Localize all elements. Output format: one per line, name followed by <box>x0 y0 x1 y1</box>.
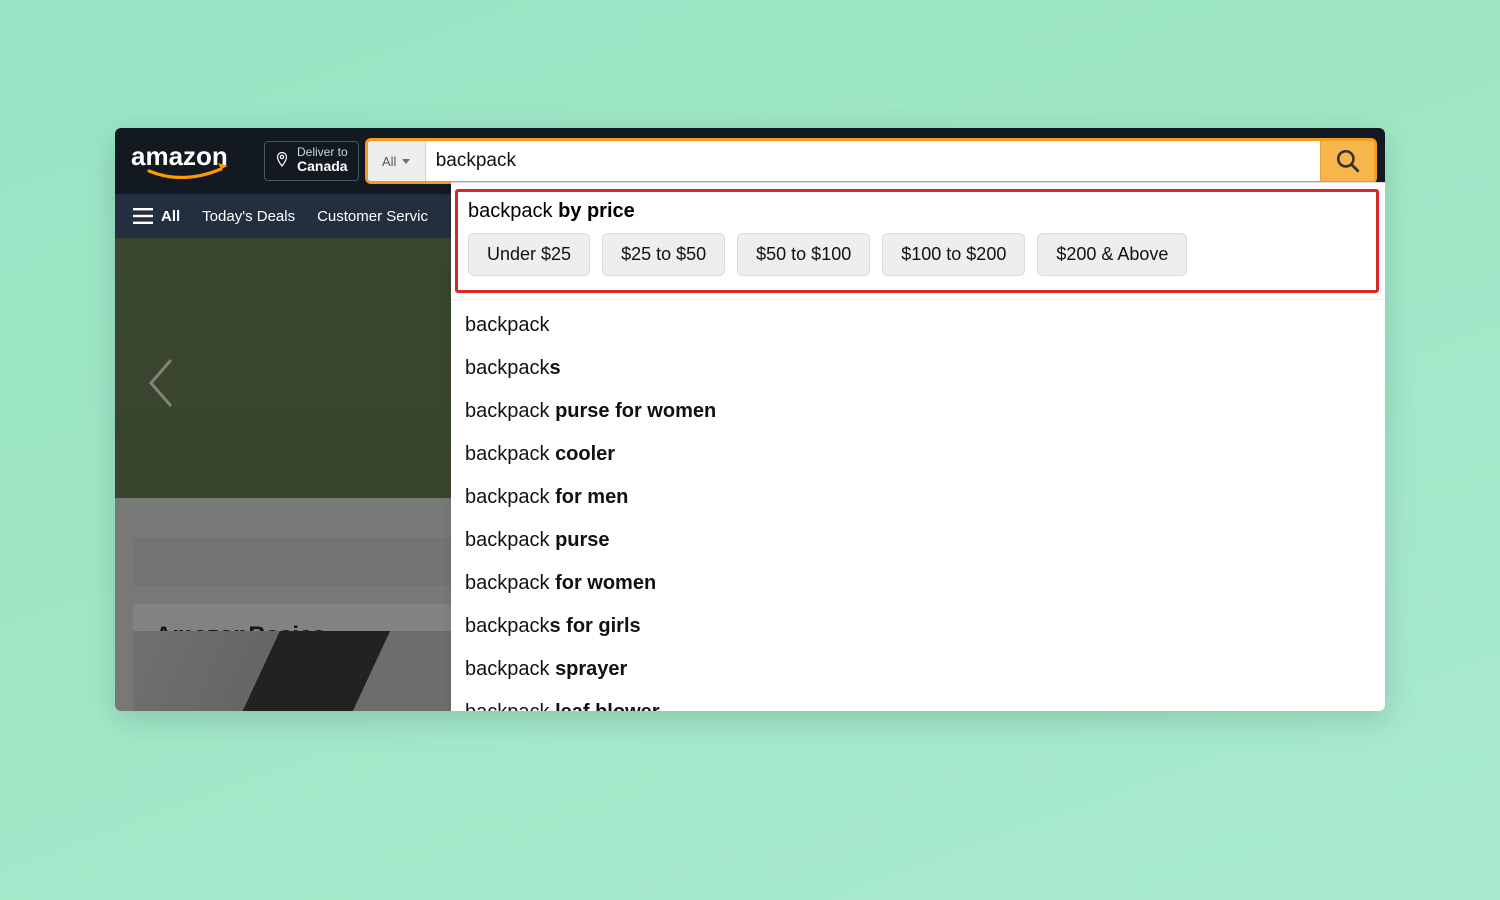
amazon-logo[interactable]: amazon <box>123 140 258 182</box>
location-pin-icon <box>273 149 291 171</box>
search-suggestion[interactable]: backpack purse <box>451 519 1385 562</box>
search-bar: All <box>365 138 1377 184</box>
search-category-dropdown[interactable]: All <box>368 141 426 181</box>
search-input[interactable] <box>426 141 1320 181</box>
price-chip[interactable]: $200 & Above <box>1037 233 1187 276</box>
search-suggestion[interactable]: backpack sprayer <box>451 648 1385 691</box>
carousel-prev-icon[interactable] <box>143 356 177 410</box>
price-chip[interactable]: $50 to $100 <box>737 233 870 276</box>
search-button[interactable] <box>1320 141 1374 181</box>
deliver-to-button[interactable]: Deliver to Canada <box>264 141 359 180</box>
search-category-label: All <box>382 154 396 169</box>
search-suggestion[interactable]: backpack for men <box>451 476 1385 519</box>
home-card[interactable]: AmazonBasics <box>133 604 463 711</box>
amazon-logo-text: amazon <box>131 143 228 171</box>
recommendation-strip <box>133 538 463 586</box>
search-suggestions-dropdown: backpack by price Under $25 $25 to $50 $… <box>451 182 1385 711</box>
subnav-link[interactable]: Today's Deals <box>202 208 295 225</box>
all-menu-button[interactable]: All <box>133 208 180 225</box>
browser-frame: amazon Deliver to Canada All <box>115 128 1385 711</box>
search-suggestion[interactable]: backpacks for girls <box>451 605 1385 648</box>
search-suggestion[interactable]: backpack purse for women <box>451 390 1385 433</box>
price-chip[interactable]: $100 to $200 <box>882 233 1025 276</box>
caret-down-icon <box>402 159 410 164</box>
search-icon <box>1335 148 1361 174</box>
search-suggestion[interactable]: backpack cooler <box>451 433 1385 476</box>
search-suggestion[interactable]: backpacks <box>451 347 1385 390</box>
all-menu-label: All <box>161 208 180 225</box>
price-chip[interactable]: Under $25 <box>468 233 590 276</box>
search-suggestion[interactable]: backpack leaf blower <box>451 691 1385 711</box>
home-card-image <box>133 631 463 711</box>
price-filter-heading: backpack by price <box>468 200 1366 223</box>
subnav-link[interactable]: Customer Servic <box>317 208 428 225</box>
search-suggestion[interactable]: backpack <box>451 304 1385 347</box>
price-filter-block: backpack by price Under $25 $25 to $50 $… <box>455 189 1379 293</box>
divider <box>451 299 1385 300</box>
hamburger-icon <box>133 208 153 224</box>
deliver-to-country: Canada <box>297 159 348 174</box>
search-suggestion[interactable]: backpack for women <box>451 562 1385 605</box>
price-chip[interactable]: $25 to $50 <box>602 233 725 276</box>
home-card-title: AmazonBasics <box>155 622 441 650</box>
price-filter-chips: Under $25 $25 to $50 $50 to $100 $100 to… <box>468 233 1366 276</box>
